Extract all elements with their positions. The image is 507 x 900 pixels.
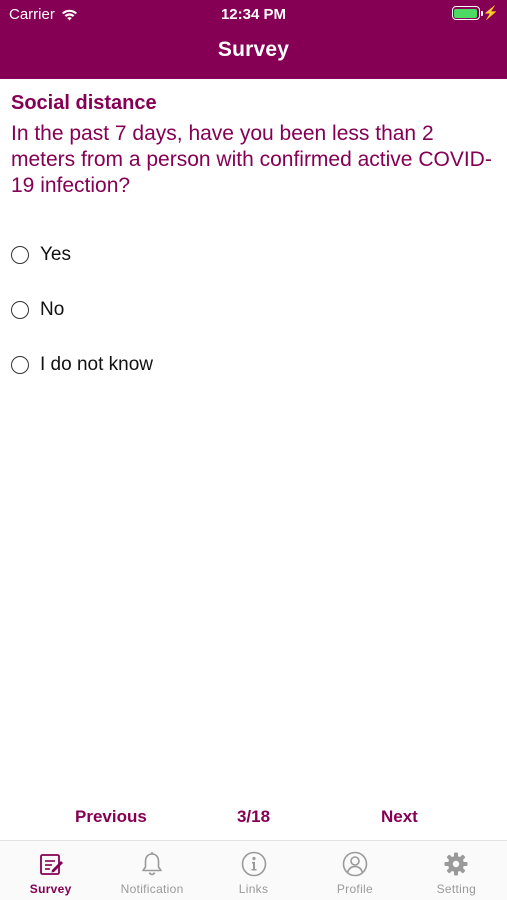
battery-indicator: ⚡ — [451, 5, 499, 20]
user-icon — [342, 851, 368, 877]
battery-icon — [451, 6, 483, 20]
tab-label: Links — [238, 882, 269, 896]
status-time: 12:34 PM — [220, 6, 287, 23]
option-do-not-know[interactable]: I do not know — [11, 337, 501, 392]
survey-icon — [39, 854, 63, 875]
tab-bar: Survey Notification Links Profile Settin… — [0, 840, 507, 900]
pager: Previous 3/18 Next — [0, 802, 507, 832]
tab-profile[interactable]: Profile — [304, 841, 405, 900]
tab-notification[interactable]: Notification — [101, 841, 202, 900]
gear-icon — [444, 852, 468, 876]
section-title: Social distance — [11, 92, 157, 114]
tab-label: Profile — [336, 882, 373, 896]
option-label: No — [40, 298, 65, 320]
tab-setting[interactable]: Setting — [406, 841, 507, 900]
answer-options: Yes No I do not know — [11, 227, 501, 392]
radio-button[interactable] — [11, 245, 29, 264]
tab-survey[interactable]: Survey — [0, 841, 101, 900]
info-icon — [241, 851, 266, 877]
option-label: Yes — [40, 243, 71, 265]
question-text: In the past 7 days, have you been less t… — [11, 122, 492, 197]
tab-label: Survey — [29, 882, 72, 896]
radio-button[interactable] — [11, 355, 29, 374]
tab-label: Setting — [436, 882, 477, 896]
option-label: I do not know — [40, 353, 154, 375]
next-button[interactable]: Next — [381, 807, 418, 827]
radio-button[interactable] — [11, 300, 29, 319]
top-bar: Carrier 12:34 PM ⚡ Survey — [0, 0, 507, 79]
survey-content: Social distance In the past 7 days, have… — [11, 90, 501, 392]
tab-label: Notification — [120, 882, 184, 896]
option-no[interactable]: No — [11, 282, 501, 337]
option-yes[interactable]: Yes — [11, 227, 501, 282]
charging-icon: ⚡ — [482, 5, 499, 20]
page-title: Survey — [217, 38, 290, 61]
tab-links[interactable]: Links — [203, 841, 304, 900]
status-bar: Carrier 12:34 PM ⚡ — [0, 0, 507, 28]
bell-icon — [142, 852, 162, 876]
page-counter: 3/18 — [236, 807, 271, 826]
